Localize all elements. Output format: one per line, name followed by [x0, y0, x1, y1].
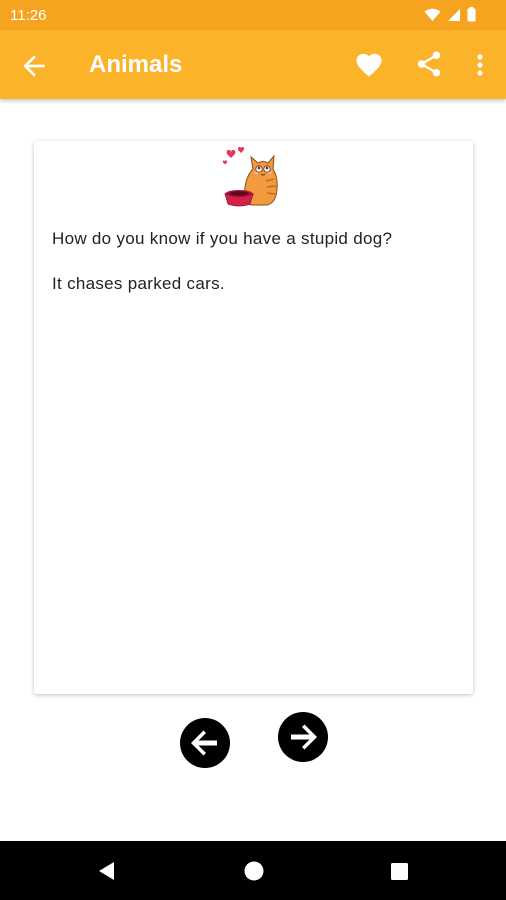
previous-button[interactable] — [179, 717, 231, 769]
app-bar: Animals — [0, 30, 506, 99]
system-nav-bar — [0, 841, 506, 900]
heart-icon[interactable] — [354, 50, 384, 80]
cat-with-bowl-illustration — [222, 146, 278, 207]
joke-answer: It chases parked cars. — [52, 274, 225, 293]
battery-icon — [467, 7, 476, 22]
page-title: Animals — [89, 51, 183, 78]
status-time: 11:26 — [10, 7, 47, 24]
wifi-icon — [424, 8, 441, 21]
status-bar: 11:26 — [0, 0, 506, 30]
share-icon[interactable] — [414, 49, 444, 79]
back-arrow-icon[interactable] — [18, 50, 50, 82]
more-vert-icon[interactable] — [470, 50, 490, 80]
joke-question: How do you know if you have a stupid dog… — [52, 229, 393, 248]
nav-home-icon[interactable] — [243, 860, 265, 882]
nav-back-icon[interactable] — [96, 860, 118, 882]
joke-card: How do you know if you have a stupid dog… — [34, 141, 473, 694]
nav-recents-icon[interactable] — [390, 862, 409, 881]
status-icons — [424, 7, 476, 22]
signal-icon — [448, 8, 460, 21]
next-button[interactable] — [277, 711, 329, 763]
